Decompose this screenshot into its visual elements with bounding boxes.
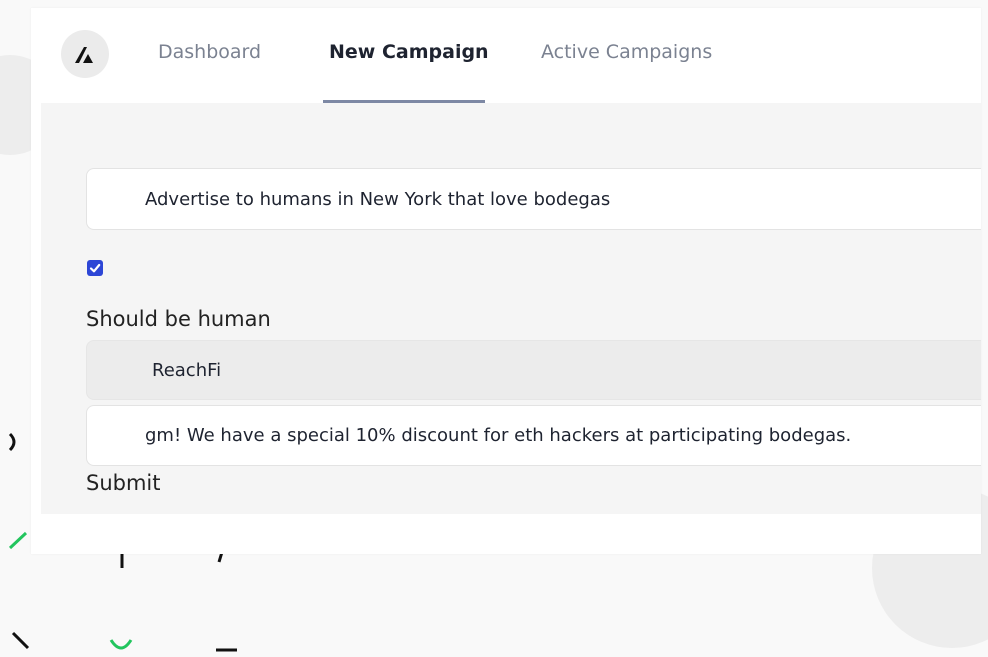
- doodle-backslash: [11, 631, 30, 650]
- tab-new-campaign[interactable]: New Campaign: [329, 41, 489, 63]
- campaign-window: Dashboard New Campaign Active Campaigns …: [31, 8, 981, 554]
- doodle-green-arc: [109, 639, 133, 650]
- sender-name-field[interactable]: ReachFi: [86, 340, 981, 400]
- should-be-human-label: Should be human: [86, 307, 271, 331]
- tab-dashboard[interactable]: Dashboard: [158, 41, 261, 63]
- doodle-arc: [8, 432, 16, 452]
- message-input[interactable]: gm! We have a special 10% discount for e…: [86, 405, 981, 466]
- message-input-value: gm! We have a special 10% discount for e…: [145, 425, 852, 446]
- submit-button[interactable]: Submit: [86, 471, 161, 495]
- reachfi-logo-icon: [75, 47, 93, 63]
- logo[interactable]: [61, 30, 109, 78]
- top-nav: Dashboard New Campaign Active Campaigns: [31, 8, 981, 103]
- sender-name-value: ReachFi: [152, 359, 222, 381]
- should-be-human-checkbox[interactable]: [87, 260, 103, 276]
- audience-input-value: Advertise to humans in New York that lov…: [145, 188, 611, 210]
- doodle-green-slash: [8, 531, 28, 550]
- audience-input[interactable]: Advertise to humans in New York that lov…: [86, 168, 981, 230]
- new-campaign-form: Advertise to humans in New York that lov…: [41, 103, 981, 514]
- checkmark-icon: [89, 263, 101, 273]
- tab-active-campaigns[interactable]: Active Campaigns: [541, 41, 712, 63]
